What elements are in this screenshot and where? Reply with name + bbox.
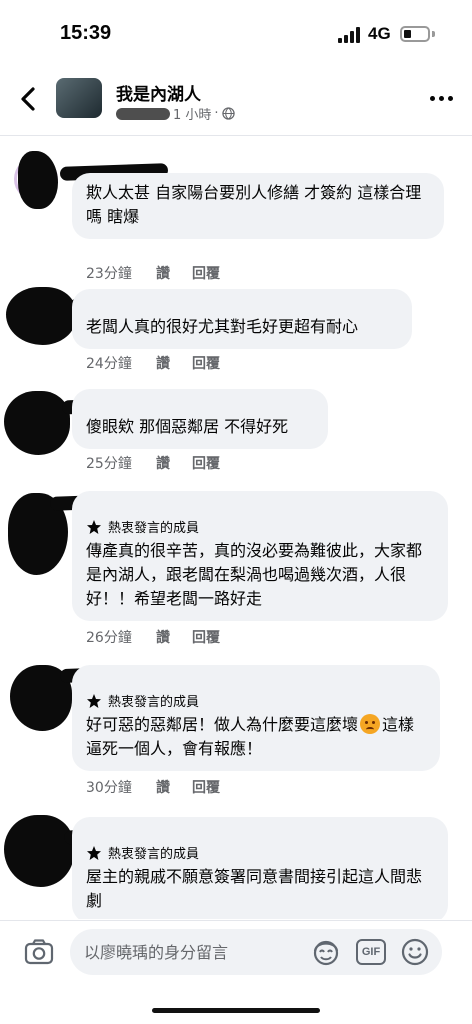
badge-label: 熱衷發言的成員 [108, 695, 200, 710]
star-icon [87, 845, 101, 860]
signal-icon [338, 27, 364, 43]
status-bar: 15:39 4G [0, 0, 472, 64]
reply-button[interactable]: 回覆 [192, 263, 220, 283]
comment-bubble[interactable]: 熱衷發言的成員 屋主的親戚不願意簽署同意書間接引起這人間悲劇 [72, 817, 448, 919]
comment-actions: 23分鐘 讚 回覆 [86, 263, 220, 283]
group-avatar[interactable] [56, 78, 102, 118]
battery-tip [432, 31, 435, 37]
comment-time: 23分鐘 [86, 266, 132, 282]
chevron-left-icon [21, 87, 35, 111]
emoji-button[interactable] [400, 937, 430, 967]
redacted-avatar [6, 287, 76, 345]
more-horizontal-icon [430, 96, 435, 101]
reply-button[interactable]: 回覆 [192, 453, 220, 473]
comment-actions: 25分鐘 讚 回覆 [86, 453, 220, 473]
like-button[interactable]: 讚 [156, 627, 192, 647]
comment-text: 老闆人真的很好尤其對毛好更超有耐心 [86, 317, 359, 336]
star-icon [87, 693, 101, 708]
comment-time: 30分鐘 [86, 780, 132, 796]
member-badge: 熱衷發言的成員 [86, 843, 436, 862]
globe-icon [221, 107, 235, 120]
reply-button[interactable]: 回覆 [192, 627, 220, 647]
home-indicator[interactable] [152, 1008, 320, 1013]
comment-bubble[interactable]: 熱衷發言的成員 傳產真的很辛苦，真的沒必要為難彼此，大家都是內湖人，跟老闆在梨渦… [72, 491, 448, 621]
member-badge: 熱衷發言的成員 [86, 691, 428, 710]
comment-time: 24分鐘 [86, 356, 132, 372]
comment-text: 欺人太甚 自家陽台要別人修繕 才簽約 這樣合理嗎 瞎爆 [86, 183, 422, 226]
like-button[interactable]: 讚 [156, 777, 192, 797]
more-options-button[interactable] [430, 94, 454, 104]
like-button[interactable]: 讚 [156, 263, 192, 283]
comment-time: 26分鐘 [86, 630, 132, 646]
camera-icon [24, 939, 54, 965]
avatar-sticker-icon [313, 940, 339, 966]
comment-text: 好可惡的惡鄰居！做人為什麼要這麼壞 這樣逼死一個人，會有報應！ [86, 713, 428, 761]
comment-time: 25分鐘 [86, 456, 132, 472]
battery-icon [400, 26, 430, 42]
like-button[interactable]: 讚 [156, 453, 192, 473]
redacted-avatar [4, 815, 74, 887]
comment-bubble[interactable]: 欺人太甚 自家陽台要別人修繕 才簽約 這樣合理嗎 瞎爆 [72, 173, 444, 239]
comment-input-container[interactable]: GIF [70, 929, 442, 975]
comment-actions: 24分鐘 讚 回覆 [86, 353, 220, 373]
status-time: 15:39 [60, 22, 112, 44]
badge-label: 熱衷發言的成員 [108, 521, 200, 536]
like-button[interactable]: 讚 [156, 353, 192, 373]
network-type: 4G [368, 24, 391, 43]
post-header: 我是內湖人 1 小時 · [0, 64, 472, 136]
comment-text-part: 好可惡的惡鄰居！做人為什麼要這麼壞 [86, 715, 359, 734]
angry-face-emoji [360, 714, 381, 734]
comment-bubble[interactable]: 熱衷發言的成員 好可惡的惡鄰居！做人為什麼要這麼壞 這樣逼死一個人，會有報應！ [72, 665, 440, 771]
comment-bubble[interactable]: 傻眼欸 那個惡鄰居 不得好死 [72, 389, 328, 449]
comment-bubble[interactable]: 老闆人真的很好尤其對毛好更超有耐心 [72, 289, 412, 349]
comment-text: 傻眼欸 那個惡鄰居 不得好死 [86, 417, 289, 436]
back-button[interactable] [14, 84, 44, 114]
comment-actions: 26分鐘 讚 回覆 [86, 627, 220, 647]
battery-level [404, 30, 411, 38]
redacted-avatar [18, 151, 58, 209]
post-time: 1 小時 [173, 108, 212, 123]
comment-feed[interactable]: 欺人太甚 自家陽台要別人修繕 才簽約 這樣合理嗎 瞎爆 23分鐘 讚 回覆 老闆… [0, 137, 472, 919]
camera-button[interactable] [22, 935, 56, 969]
reply-button[interactable]: 回覆 [192, 777, 220, 797]
comment-actions: 30分鐘 讚 回覆 [86, 777, 220, 797]
redacted-author [116, 107, 170, 120]
gif-button[interactable]: GIF [356, 939, 386, 965]
reply-button[interactable]: 回覆 [192, 353, 220, 373]
comment-text: 屋主的親戚不願意簽署同意書間接引起這人間悲劇 [86, 867, 423, 910]
smiley-icon [401, 938, 429, 966]
star-icon [87, 519, 101, 534]
badge-label: 熱衷發言的成員 [108, 847, 200, 862]
member-badge: 熱衷發言的成員 [86, 517, 436, 536]
redacted-avatar [4, 391, 70, 455]
meta-separator: · [214, 106, 219, 121]
comment-input[interactable] [84, 929, 304, 975]
avatar-sticker-button[interactable] [310, 937, 342, 967]
comment-text: 傳產真的很辛苦，真的沒必要為難彼此，大家都是內湖人，跟老闆在梨渦也喝過幾次酒，人… [86, 541, 423, 608]
post-meta: 1 小時 · [116, 104, 235, 123]
group-name[interactable]: 我是內湖人 [116, 80, 201, 105]
